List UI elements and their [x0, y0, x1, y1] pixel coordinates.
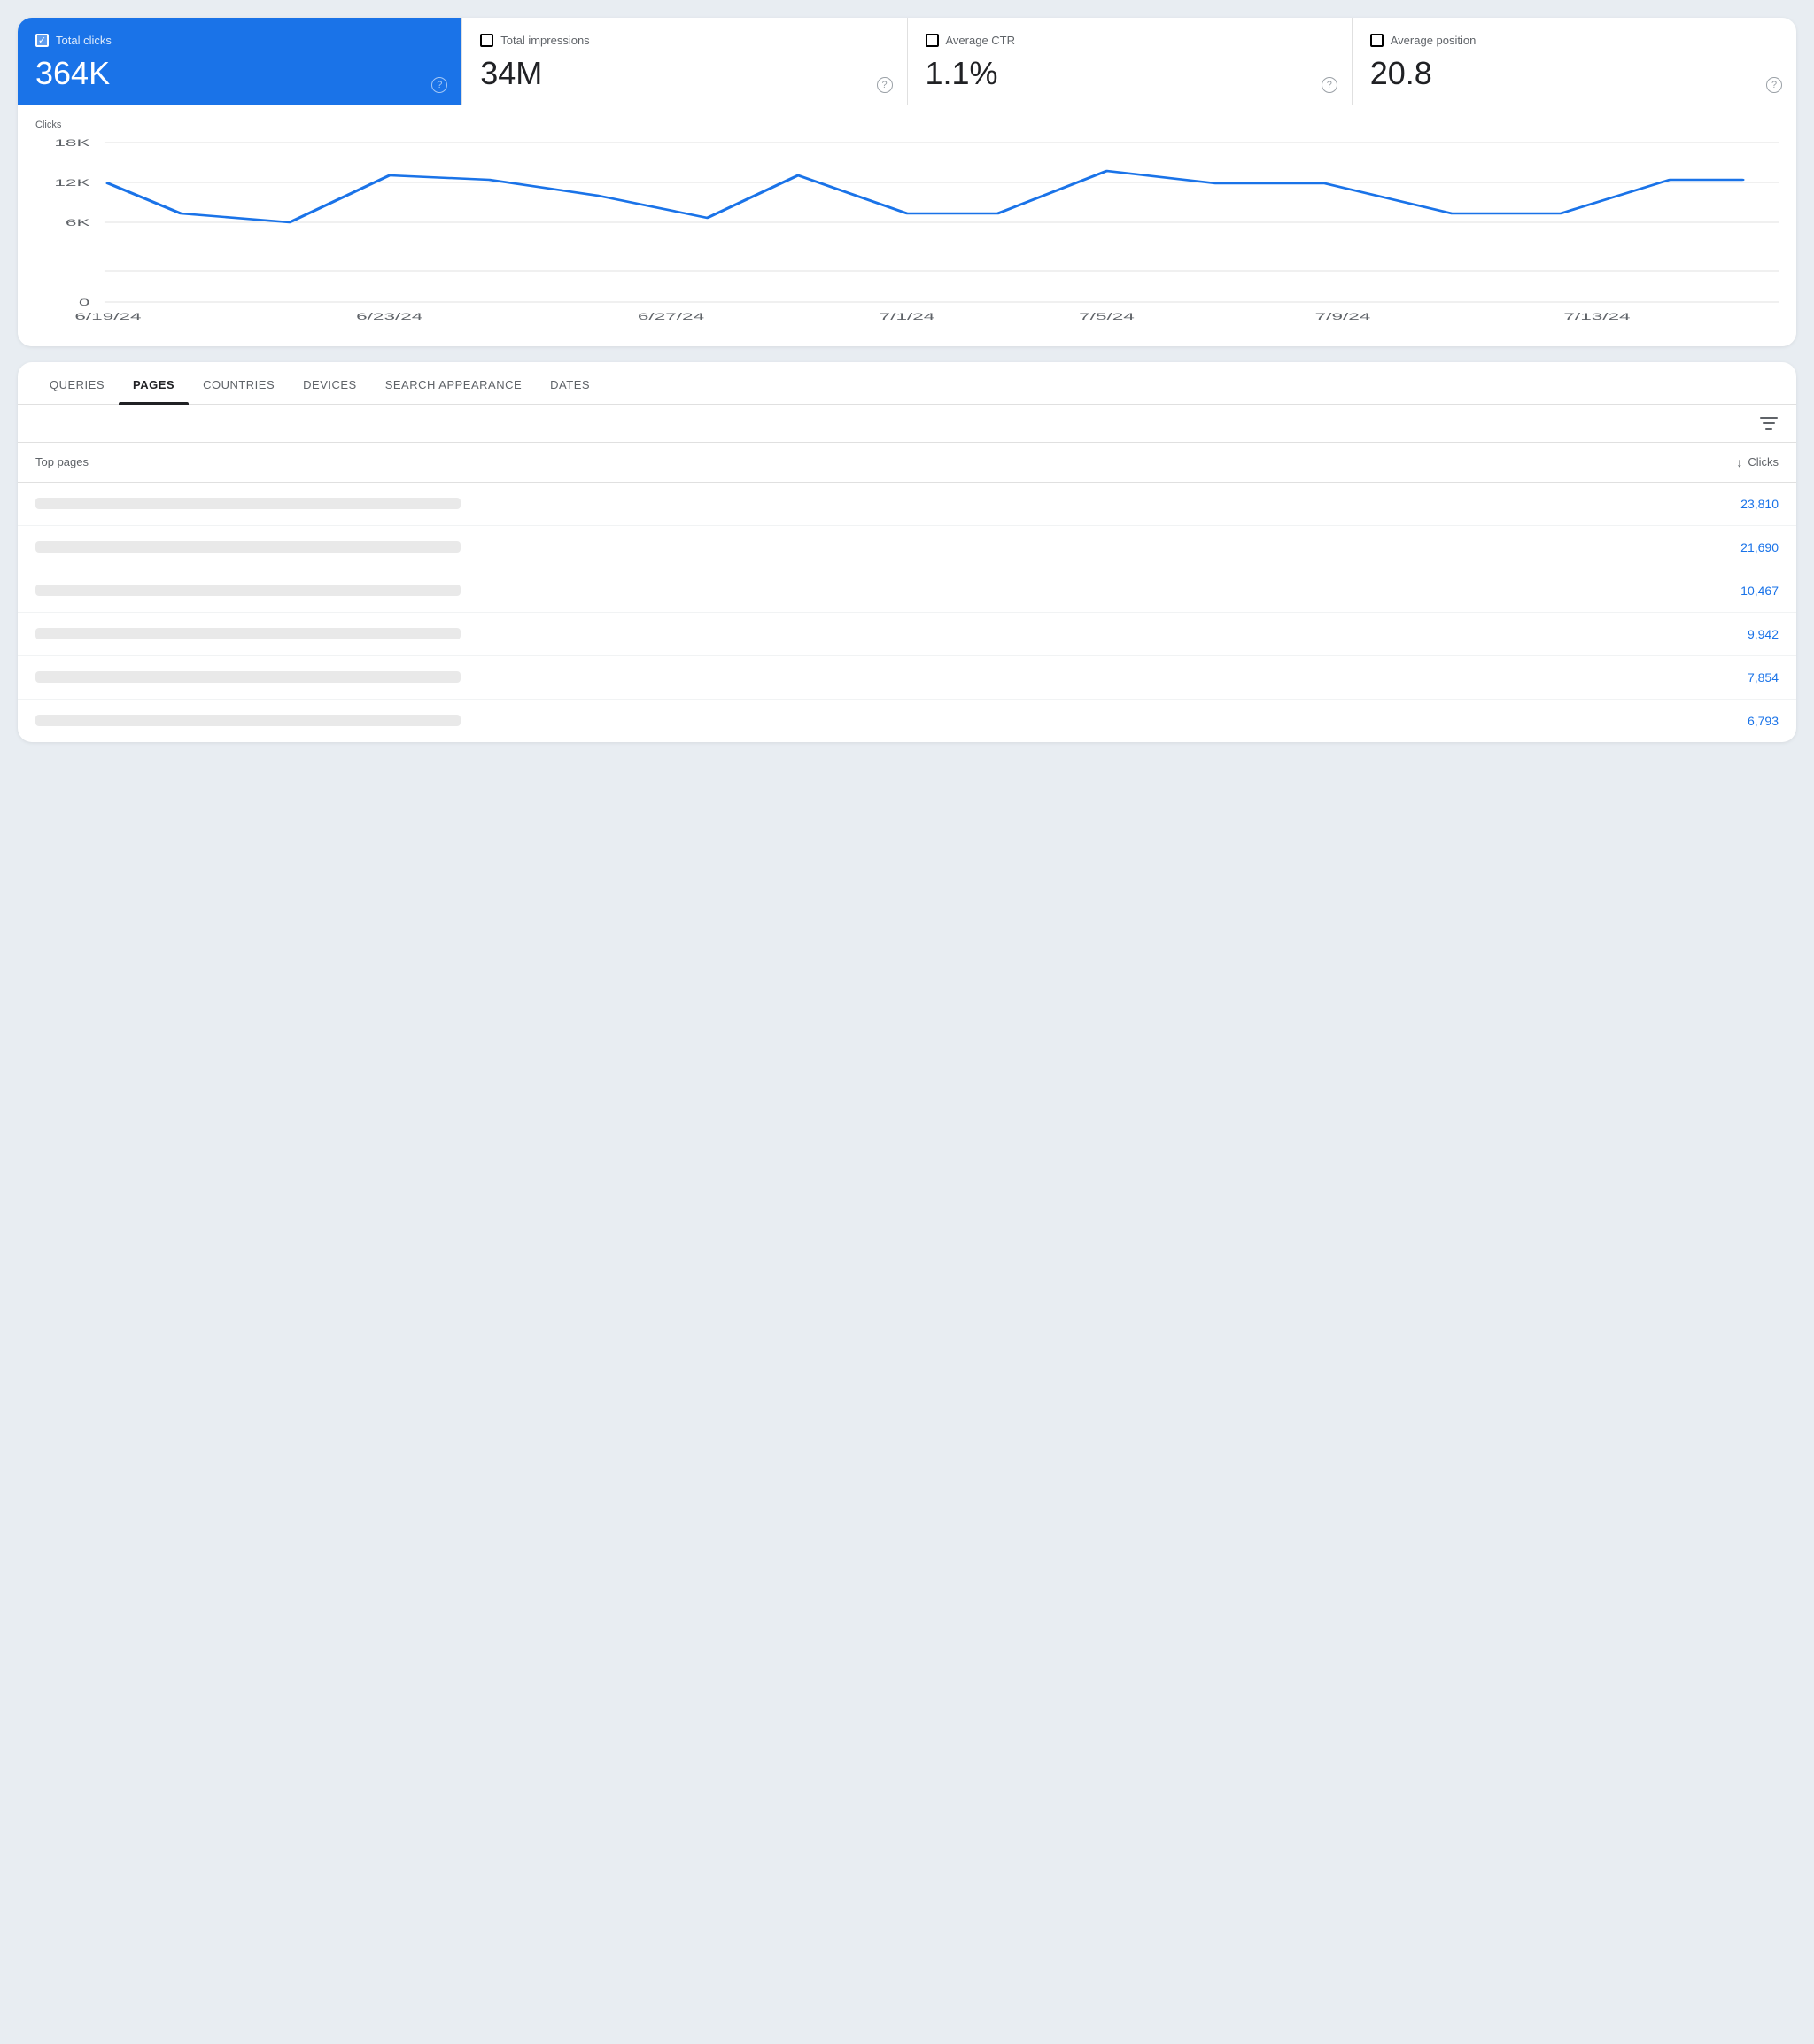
average-position-label: Average position — [1391, 34, 1477, 47]
page-url-blur — [35, 585, 461, 596]
tabs-nav: QUERIES PAGES COUNTRIES DEVICES SEARCH A… — [18, 362, 1796, 405]
total-clicks-help-icon[interactable]: ? — [431, 77, 447, 93]
page-url-blur — [35, 715, 461, 726]
page-url-blur — [35, 498, 461, 509]
row-clicks-value: 6,793 — [1725, 714, 1779, 728]
sort-down-icon: ↓ — [1736, 455, 1742, 469]
total-impressions-help-icon[interactable]: ? — [877, 77, 893, 93]
metric-average-ctr[interactable]: Average CTR 1.1% ? — [908, 18, 1353, 105]
svg-text:0: 0 — [79, 297, 90, 307]
average-ctr-label: Average CTR — [946, 34, 1016, 47]
table-row[interactable]: 23,810 — [18, 483, 1796, 526]
svg-text:6K: 6K — [66, 217, 90, 228]
svg-text:6/23/24: 6/23/24 — [356, 311, 422, 321]
total-impressions-label: Total impressions — [500, 34, 589, 47]
average-ctr-checkbox[interactable] — [926, 34, 939, 47]
tab-devices[interactable]: DEVICES — [289, 362, 371, 404]
chart-y-label: Clicks — [35, 120, 1779, 130]
svg-text:6/27/24: 6/27/24 — [638, 311, 704, 321]
table-header-pages-label: Top pages — [35, 455, 89, 468]
svg-text:18K: 18K — [54, 137, 89, 148]
tab-pages[interactable]: PAGES — [119, 362, 189, 404]
tab-search-appearance[interactable]: SEARCH APPEARANCE — [371, 362, 536, 404]
metric-total-impressions[interactable]: Total impressions 34M ? — [462, 18, 907, 105]
svg-text:7/13/24: 7/13/24 — [1563, 311, 1630, 321]
chart-svg: 18K 12K 6K 0 6/19/24 6/23/24 6/27/24 7/1… — [35, 134, 1779, 329]
svg-text:6/19/24: 6/19/24 — [74, 311, 141, 321]
row-clicks-value: 10,467 — [1725, 584, 1779, 598]
table-header-clicks-label[interactable]: ↓ Clicks — [1736, 455, 1779, 469]
metric-average-position[interactable]: Average position 20.8 ? — [1353, 18, 1796, 105]
chart-container: Clicks 18K 12K 6K 0 6/19/24 6 — [18, 105, 1796, 346]
metric-total-clicks[interactable]: Total clicks 364K ? — [18, 18, 462, 105]
svg-text:7/1/24: 7/1/24 — [880, 311, 935, 321]
metrics-card: Total clicks 364K ? Total impressions 34… — [18, 18, 1796, 346]
tabs-card: QUERIES PAGES COUNTRIES DEVICES SEARCH A… — [18, 362, 1796, 742]
table-row[interactable]: 7,854 — [18, 656, 1796, 700]
average-ctr-value: 1.1% — [926, 56, 1334, 91]
total-clicks-label: Total clicks — [56, 34, 112, 47]
average-position-checkbox[interactable] — [1370, 34, 1384, 47]
page-url-blur — [35, 671, 461, 683]
tab-countries[interactable]: COUNTRIES — [189, 362, 289, 404]
total-clicks-value: 364K — [35, 56, 444, 91]
table-header: Top pages ↓ Clicks — [18, 443, 1796, 483]
row-clicks-value: 21,690 — [1725, 540, 1779, 554]
svg-text:7/9/24: 7/9/24 — [1315, 311, 1371, 321]
svg-text:12K: 12K — [54, 177, 89, 188]
row-clicks-value: 7,854 — [1725, 670, 1779, 685]
average-position-value: 20.8 — [1370, 56, 1779, 91]
table-row[interactable]: 10,467 — [18, 569, 1796, 613]
total-impressions-value: 34M — [480, 56, 888, 91]
chart-area: 18K 12K 6K 0 6/19/24 6/23/24 6/27/24 7/1… — [35, 134, 1779, 329]
page-url-blur — [35, 541, 461, 553]
total-impressions-checkbox[interactable] — [480, 34, 493, 47]
filter-icon — [1759, 415, 1779, 431]
filter-button[interactable] — [1759, 415, 1779, 431]
table-toolbar — [18, 405, 1796, 443]
total-clicks-checkbox[interactable] — [35, 34, 49, 47]
table-row[interactable]: 21,690 — [18, 526, 1796, 569]
table-row[interactable]: 6,793 — [18, 700, 1796, 742]
tab-queries[interactable]: QUERIES — [35, 362, 119, 404]
svg-text:7/5/24: 7/5/24 — [1079, 311, 1135, 321]
average-ctr-help-icon[interactable]: ? — [1322, 77, 1337, 93]
row-clicks-value: 23,810 — [1725, 497, 1779, 511]
table-row[interactable]: 9,942 — [18, 613, 1796, 656]
page-url-blur — [35, 628, 461, 639]
metrics-row: Total clicks 364K ? Total impressions 34… — [18, 18, 1796, 105]
row-clicks-value: 9,942 — [1725, 627, 1779, 641]
tab-dates[interactable]: DATES — [536, 362, 604, 404]
table-body: 23,810 21,690 10,467 9,942 7,854 6,793 — [18, 483, 1796, 742]
average-position-help-icon[interactable]: ? — [1766, 77, 1782, 93]
